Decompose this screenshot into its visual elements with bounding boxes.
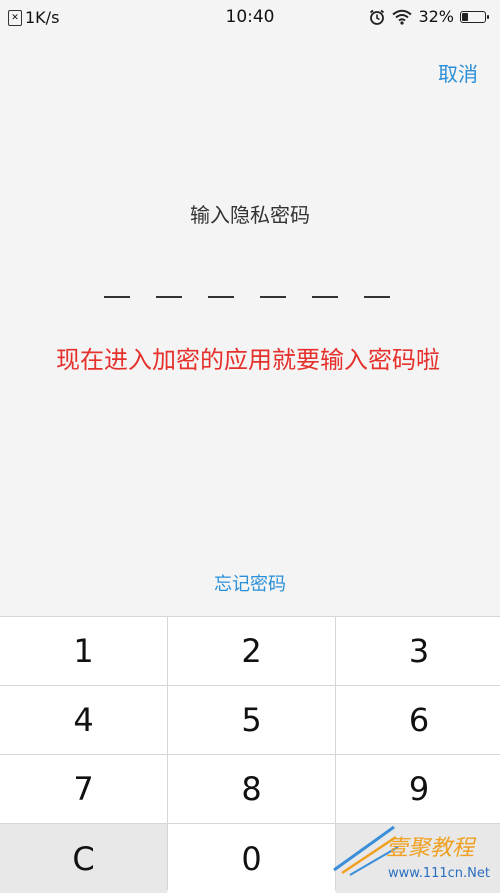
key-5[interactable]: 5	[168, 686, 335, 754]
wifi-icon	[392, 9, 413, 25]
cancel-button[interactable]: 取消	[438, 58, 478, 87]
status-bar: ✕ 1K/s 10:40 32%	[0, 0, 500, 36]
pin-slot	[156, 296, 182, 298]
pin-slot	[104, 296, 130, 298]
status-right: 32%	[368, 7, 489, 26]
battery-fill	[462, 12, 469, 21]
battery-percent: 32%	[418, 7, 454, 26]
pin-slot	[312, 296, 338, 298]
key-9[interactable]: 9	[336, 755, 500, 823]
key-blank	[336, 824, 500, 893]
battery-icon	[460, 10, 489, 23]
prompt-title: 输入隐私密码	[190, 203, 310, 227]
key-clear[interactable]: C	[0, 824, 167, 893]
key-8[interactable]: 8	[168, 755, 335, 823]
pin-slot	[208, 296, 234, 298]
key-4[interactable]: 4	[0, 686, 167, 754]
numeric-keypad: 123 456 789 C0	[0, 616, 500, 893]
key-3[interactable]: 3	[336, 617, 500, 685]
annotation-text: 现在进入加密的应用就要输入密码啦	[56, 346, 440, 374]
pin-slot	[364, 296, 390, 298]
alarm-icon	[370, 9, 385, 25]
pin-input[interactable]	[104, 296, 390, 298]
forgot-password-link[interactable]: 忘记密码	[0, 570, 500, 596]
key-6[interactable]: 6	[336, 686, 500, 754]
key-0[interactable]: 0	[168, 824, 335, 893]
key-1[interactable]: 1	[0, 617, 167, 685]
key-7[interactable]: 7	[0, 755, 167, 823]
pin-slot	[260, 296, 286, 298]
key-2[interactable]: 2	[168, 617, 335, 685]
